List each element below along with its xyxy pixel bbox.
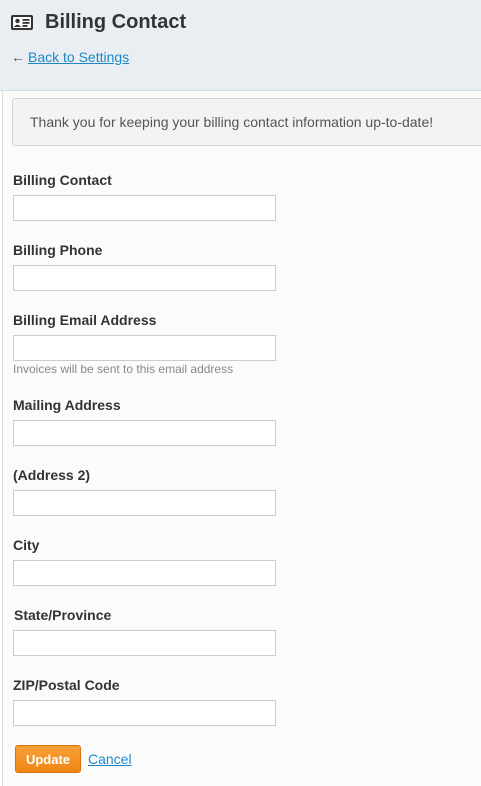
billing-phone-label: Billing Phone [13, 242, 103, 258]
zip-postal-code-input[interactable] [13, 700, 276, 726]
page-header: Billing Contact ← Back to Settings [0, 0, 481, 91]
billing-contact-input[interactable] [13, 195, 276, 221]
back-arrow-icon: ← [11, 49, 25, 65]
update-button[interactable]: Update [15, 745, 81, 773]
mailing-address-label: Mailing Address [13, 397, 121, 413]
city-label: City [13, 537, 40, 553]
billing-contact-label: Billing Contact [13, 172, 112, 188]
address-2-label: (Address 2) [13, 467, 91, 483]
back-navigation: ← Back to Settings [11, 48, 129, 66]
info-notice: Thank you for keeping your billing conta… [12, 98, 481, 146]
form-panel: Thank you for keeping your billing conta… [2, 91, 481, 786]
mailing-address-input[interactable] [13, 420, 276, 446]
cancel-link[interactable]: Cancel [88, 750, 132, 768]
billing-contact-page: Billing Contact ← Back to Settings Thank … [0, 0, 481, 786]
city-input[interactable] [13, 560, 276, 586]
state-province-label: State/Province [14, 607, 112, 623]
contact-card-icon [11, 14, 33, 30]
zip-postal-code-label: ZIP/Postal Code [13, 677, 120, 693]
billing-email-help-text: Invoices will be sent to this email addr… [13, 362, 234, 376]
billing-email-label: Billing Email Address [13, 312, 157, 328]
billing-email-input[interactable] [13, 335, 276, 361]
back-to-settings-link[interactable]: Back to Settings [28, 49, 129, 65]
state-province-input[interactable] [13, 630, 276, 656]
billing-phone-input[interactable] [13, 265, 276, 291]
title-row: Billing Contact [11, 9, 186, 35]
address-2-input[interactable] [13, 490, 276, 516]
page-title: Billing Contact [45, 11, 187, 33]
